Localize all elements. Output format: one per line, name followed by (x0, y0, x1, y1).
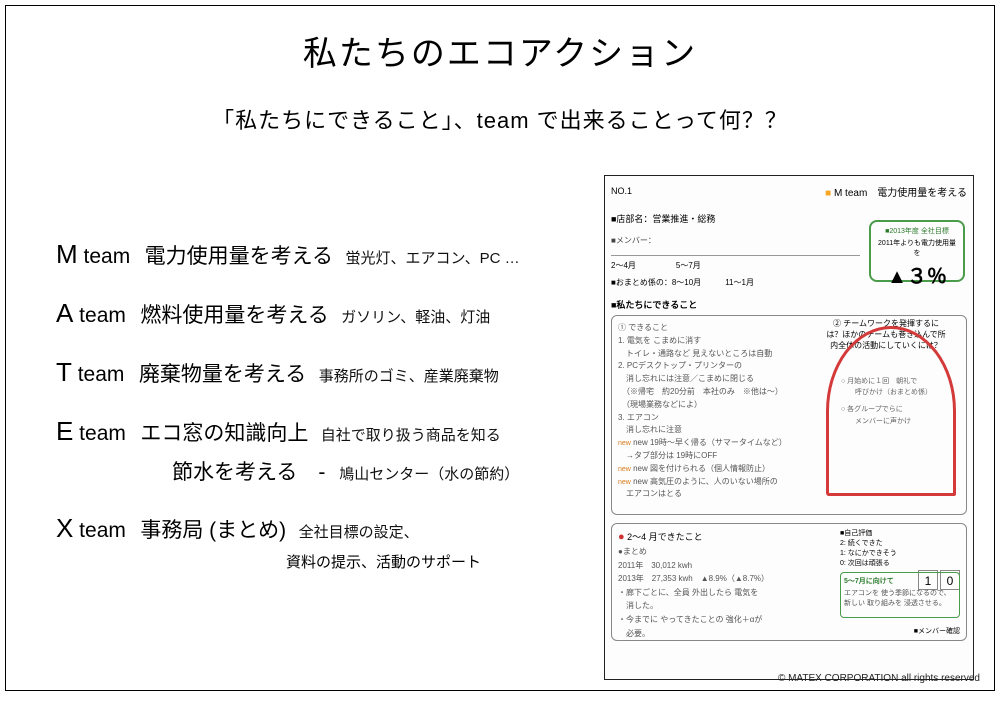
team-topic: 廃棄物量を考える (139, 363, 306, 386)
ws-goal-box: ■2013年度 全社目標 2011年よりも電力使用量を ▲３％ (869, 220, 965, 282)
team-detail: 事務所のゴミ、産業廃棄物 (319, 368, 499, 385)
slide: 私たちのエコアクション 「私たちにできること」、team で出来ることって何？？… (5, 5, 995, 691)
ws-team-badge: ■ M team 電力使用量を考える (825, 184, 967, 199)
team-row-t: T team 廃棄物量を考える 事務所のゴミ、産業廃棄物 (56, 353, 604, 392)
team-detail: ガソリン、軽油、灯油 (341, 309, 490, 326)
team-row-a: A team 燃料使用量を考える ガソリン、軽油、灯油 (56, 294, 604, 333)
ws-no: NO.1 (611, 186, 632, 196)
page-subtitle: 「私たちにできること」、team で出来ることって何？？ (6, 103, 994, 135)
worksheet-image: NO.1 ■ M team 電力使用量を考える ■店部名：営業推進・総務 ■20… (604, 175, 974, 680)
ws-next-box: 5～7月に向けて エアコンを 使う季節になるので、新しい 取り組みを 浸透させる… (840, 572, 960, 618)
team-topic: 燃料使用量を考える (140, 304, 328, 327)
team-row-m: M team 電力使用量を考える 蛍光灯、エアコン、PC … (56, 235, 604, 274)
team-topic: 電力使用量を考える (145, 245, 333, 268)
copyright: © MATEX CORPORATION all rights reserved (778, 673, 980, 684)
ws-bottom-left: ●まとめ 2011年 30,012 kwh 2013年 27,353 kwh ▲… (618, 545, 830, 640)
team-label: T team (56, 363, 124, 386)
team-row-x: X team 事務局 (まとめ) 全社目標の設定、 資料の提示、活動のサポート (56, 509, 604, 575)
team-extra: 節水を考える - 鳩山センター（水の節約） (172, 457, 604, 489)
team-label: E team (56, 422, 126, 445)
team-label: M team (56, 245, 130, 268)
team-row-e: E team エコ窓の知識向上 自社で取り扱う商品を知る 節水を考える - 鳩山… (56, 412, 604, 489)
team-topic: 事務局 (まとめ) (140, 519, 286, 542)
team-extra-sub: 資料の提示、活動のサポート (286, 552, 604, 575)
ws-dept: ■店部名：営業推進・総務 (611, 212, 715, 225)
ws-left-col: ① できること 1. 電気を こまめに消す トイレ・通路など 見えないところは自… (618, 322, 816, 501)
teams-list: M team 電力使用量を考える 蛍光灯、エアコン、PC … A team 燃料… (56, 235, 604, 680)
team-label: X team (56, 519, 126, 542)
ws-member-sig: ■メンバー確認 (914, 626, 960, 636)
team-label: A team (56, 304, 126, 327)
ws-bottom-box: ● 2～4 月できたこと ●まとめ 2011年 30,012 kwh 2013年… (611, 523, 967, 641)
page-title: 私たちのエコアクション (6, 26, 994, 75)
ws-circle-notes: ○ 月始めに１回 朝礼で 呼びかけ（おまとめ係） ○ 各グループでらに メンバー… (841, 376, 936, 427)
ws-section1-label: ■私たちにできること (611, 298, 967, 311)
team-detail: 自社で取り扱う商品を知る (321, 427, 501, 444)
team-topic: エコ窓の知識向上 (140, 422, 308, 445)
team-detail: 全社目標の設定、 (299, 524, 419, 541)
ws-main-box: ② チームワークを発揮するには？ほかのチームも巻き込んで所内全体の活動にしていく… (611, 315, 967, 515)
content-area: M team 電力使用量を考える 蛍光灯、エアコン、PC … A team 燃料… (6, 175, 994, 680)
team-detail: 蛍光灯、エアコン、PC … (345, 250, 519, 267)
